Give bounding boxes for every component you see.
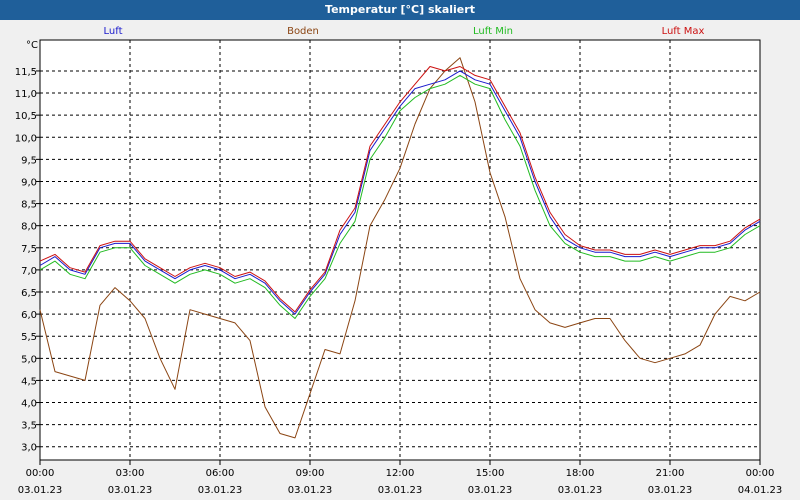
legend-entry-luft: Luft	[104, 26, 123, 37]
x-tick-date-label: 03.01.23	[648, 485, 693, 496]
y-tick-label: 4,5	[21, 376, 37, 387]
y-tick-label: 8,0	[21, 222, 37, 233]
y-tick-label: 3,5	[21, 421, 37, 432]
y-tick-label: 3,0	[21, 443, 37, 454]
x-tick-time-label: 06:00	[206, 468, 235, 479]
y-tick-label: 11,5	[15, 67, 37, 78]
x-tick-date-label: 03.01.23	[108, 485, 153, 496]
y-tick-label: 10,0	[15, 133, 37, 144]
y-tick-label: 10,5	[15, 111, 37, 122]
x-tick-date-label: 03.01.23	[198, 485, 243, 496]
x-tick-date-label: 03.01.23	[18, 485, 63, 496]
x-axis-ticks: 00:00 03.01.23 03:00 03.01.23 06:00 03.01.23 0…	[18, 460, 783, 496]
y-axis-unit: °C	[26, 40, 38, 51]
legend-entry-luft-max: Luft Max	[662, 26, 705, 37]
x-tick-time-label: 21:00	[656, 468, 685, 479]
y-tick-label: 7,5	[21, 244, 37, 255]
chart-window: Temperatur [°C] skaliert 3,0 3,5 4,0 4,5 5,0…	[0, 0, 800, 500]
x-tick-time-label: 09:00	[296, 468, 325, 479]
temperature-chart: 3,0 3,5 4,0 4,5 5,0 5,5 6,0 6,5 7,0 7,5 8,0 8,5 9,0 9…	[15, 26, 783, 496]
x-tick-time-label: 15:00	[476, 468, 505, 479]
y-tick-label: 7,0	[21, 266, 37, 277]
x-tick-time-label: 12:00	[386, 468, 415, 479]
x-tick-date-label: 03.01.23	[468, 485, 513, 496]
y-tick-label: 5,5	[21, 332, 37, 343]
legend-entry-boden: Boden	[287, 26, 319, 37]
x-tick-time-label: 00:00	[746, 468, 775, 479]
window-title: Temperatur [°C] skaliert	[0, 0, 800, 20]
x-tick-time-label: 03:00	[116, 468, 145, 479]
x-tick-date-label: 03.01.23	[288, 485, 333, 496]
y-axis-ticks: 3,0 3,5 4,0 4,5 5,0 5,5 6,0 6,5 7,0 7,5 8,0 8,5 9,0 9…	[15, 67, 40, 454]
x-tick-date-label: 04.01.23	[738, 485, 783, 496]
x-tick-time-label: 18:00	[566, 468, 595, 479]
x-tick-time-label: 00:00	[26, 468, 55, 479]
y-tick-label: 11,0	[15, 89, 37, 100]
y-tick-label: 9,5	[21, 155, 37, 166]
y-tick-label: 9,0	[21, 177, 37, 188]
y-tick-label: 8,5	[21, 200, 37, 211]
y-tick-label: 6,5	[21, 288, 37, 299]
legend-entry-luft-min: Luft Min	[473, 26, 513, 37]
y-tick-label: 6,0	[21, 310, 37, 321]
y-tick-label: 4,0	[21, 399, 37, 410]
legend: Luft Boden Luft Min Luft Max	[104, 26, 705, 37]
y-tick-label: 5,0	[21, 354, 37, 365]
x-tick-date-label: 03.01.23	[558, 485, 603, 496]
x-tick-date-label: 03.01.23	[378, 485, 423, 496]
